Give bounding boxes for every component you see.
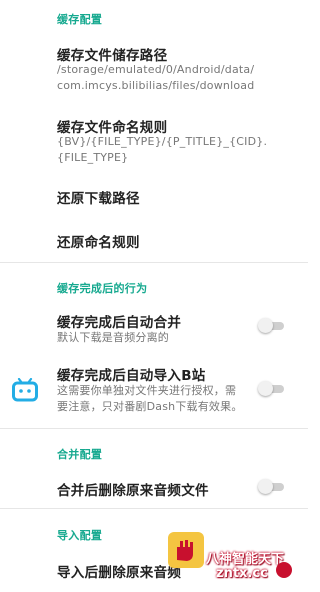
toggle-thumb	[258, 318, 273, 333]
watermark-text: 八神智能天下	[206, 552, 285, 567]
hand-icon	[177, 540, 193, 561]
toggle-thumb	[258, 479, 273, 494]
delete-after-import-title[interactable]: 导入后删除原来音频	[57, 561, 181, 581]
storage-path-value-2: com.imcys.bilibilias/files/download	[57, 79, 255, 92]
watermark-logo	[168, 532, 204, 568]
naming-rule-title: 缓存文件命名规则	[57, 120, 168, 136]
auto-import-subtitle-1: 这需要你单独对文件夹进行授权，需	[57, 384, 237, 397]
section-header-merge-config: 合并配置	[57, 448, 103, 461]
auto-import-title: 缓存完成后自动导入B站	[57, 368, 206, 384]
naming-rule-value-1: {BV}/{FILE_TYPE}/{P_TITLE}_{CID}.	[57, 135, 268, 148]
watermark: 八神智能天下 zntx.cc	[168, 508, 308, 592]
storage-path-title: 缓存文件储存路径	[57, 48, 168, 64]
auto-import-subtitle-2: 要注意，只对番剧Dash下载有效果。	[57, 400, 243, 413]
auto-merge-toggle[interactable]	[258, 317, 286, 333]
storage-path-value-1: /storage/emulated/0/Android/data/	[57, 63, 255, 76]
auto-merge-subtitle: 默认下载是音频分离的	[57, 331, 169, 344]
restore-naming-rule[interactable]: 还原命名规则	[57, 231, 140, 251]
toggle-thumb	[258, 381, 273, 396]
bilibili-tv-icon	[12, 378, 38, 402]
auto-merge-title: 缓存完成后自动合并	[57, 315, 182, 331]
watermark-url: zntx.cc	[216, 566, 268, 581]
divider	[0, 428, 308, 429]
divider	[0, 262, 308, 263]
restore-download-path[interactable]: 还原下载路径	[57, 187, 140, 207]
section-header-cache-config: 缓存配置	[57, 13, 103, 26]
naming-rule-value-2: {FILE_TYPE}	[57, 151, 129, 164]
delete-audio-after-merge-toggle[interactable]	[258, 478, 286, 494]
settings-page: 缓存配置 缓存文件储存路径 /storage/emulated/0/Androi…	[0, 0, 308, 592]
watermark-dot	[276, 562, 292, 578]
delete-audio-after-merge-title: 合并后删除原来音频文件	[57, 483, 209, 499]
auto-import-toggle[interactable]	[258, 380, 286, 396]
section-header-after-cache: 缓存完成后的行为	[57, 282, 148, 295]
section-header-import-config: 导入配置	[57, 529, 103, 542]
